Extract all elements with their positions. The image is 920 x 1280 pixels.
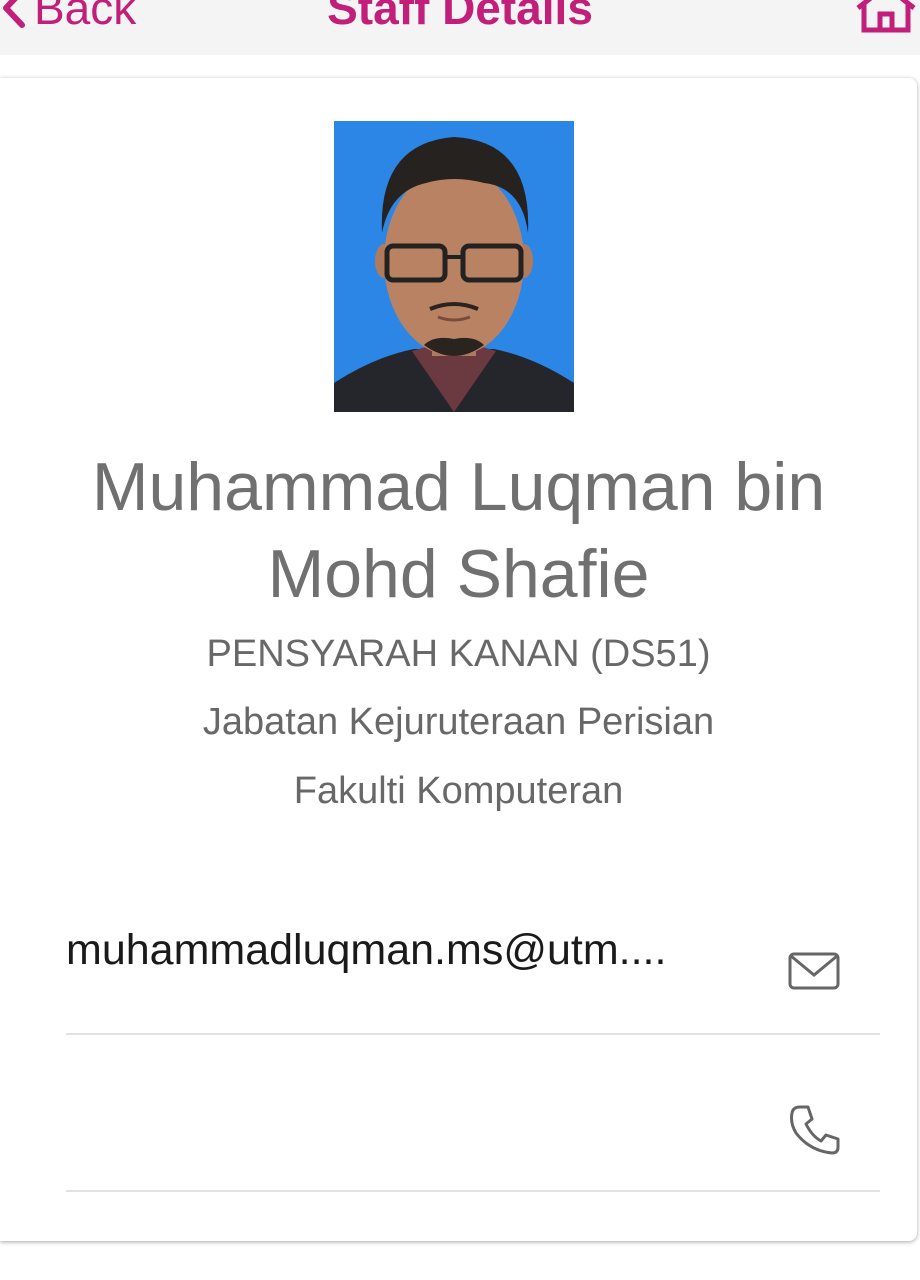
top-bar: Back Staff Details xyxy=(0,0,920,55)
staff-faculty: Fakulti Komputeran xyxy=(293,770,624,812)
home-icon[interactable] xyxy=(856,0,916,34)
email-row[interactable]: muhammadluqman.ms@utm.... xyxy=(66,926,880,1035)
email-text[interactable]: muhammadluqman.ms@utm.... xyxy=(66,926,746,975)
staff-photo xyxy=(334,121,574,412)
page-title: Staff Details xyxy=(327,0,593,34)
mail-icon[interactable] xyxy=(788,946,840,998)
staff-card: Muhammad Luqman bin Mohd Shafie PENSYARA… xyxy=(0,78,917,1241)
phone-icon[interactable] xyxy=(788,1103,840,1155)
portrait-image xyxy=(334,121,574,412)
staff-department: Jabatan Kejuruteraan Perisian xyxy=(202,701,715,743)
staff-name: Muhammad Luqman bin Mohd Shafie xyxy=(91,449,826,612)
staff-position: PENSYARAH KANAN (DS51) xyxy=(206,633,711,675)
phone-row[interactable] xyxy=(66,1033,880,1192)
